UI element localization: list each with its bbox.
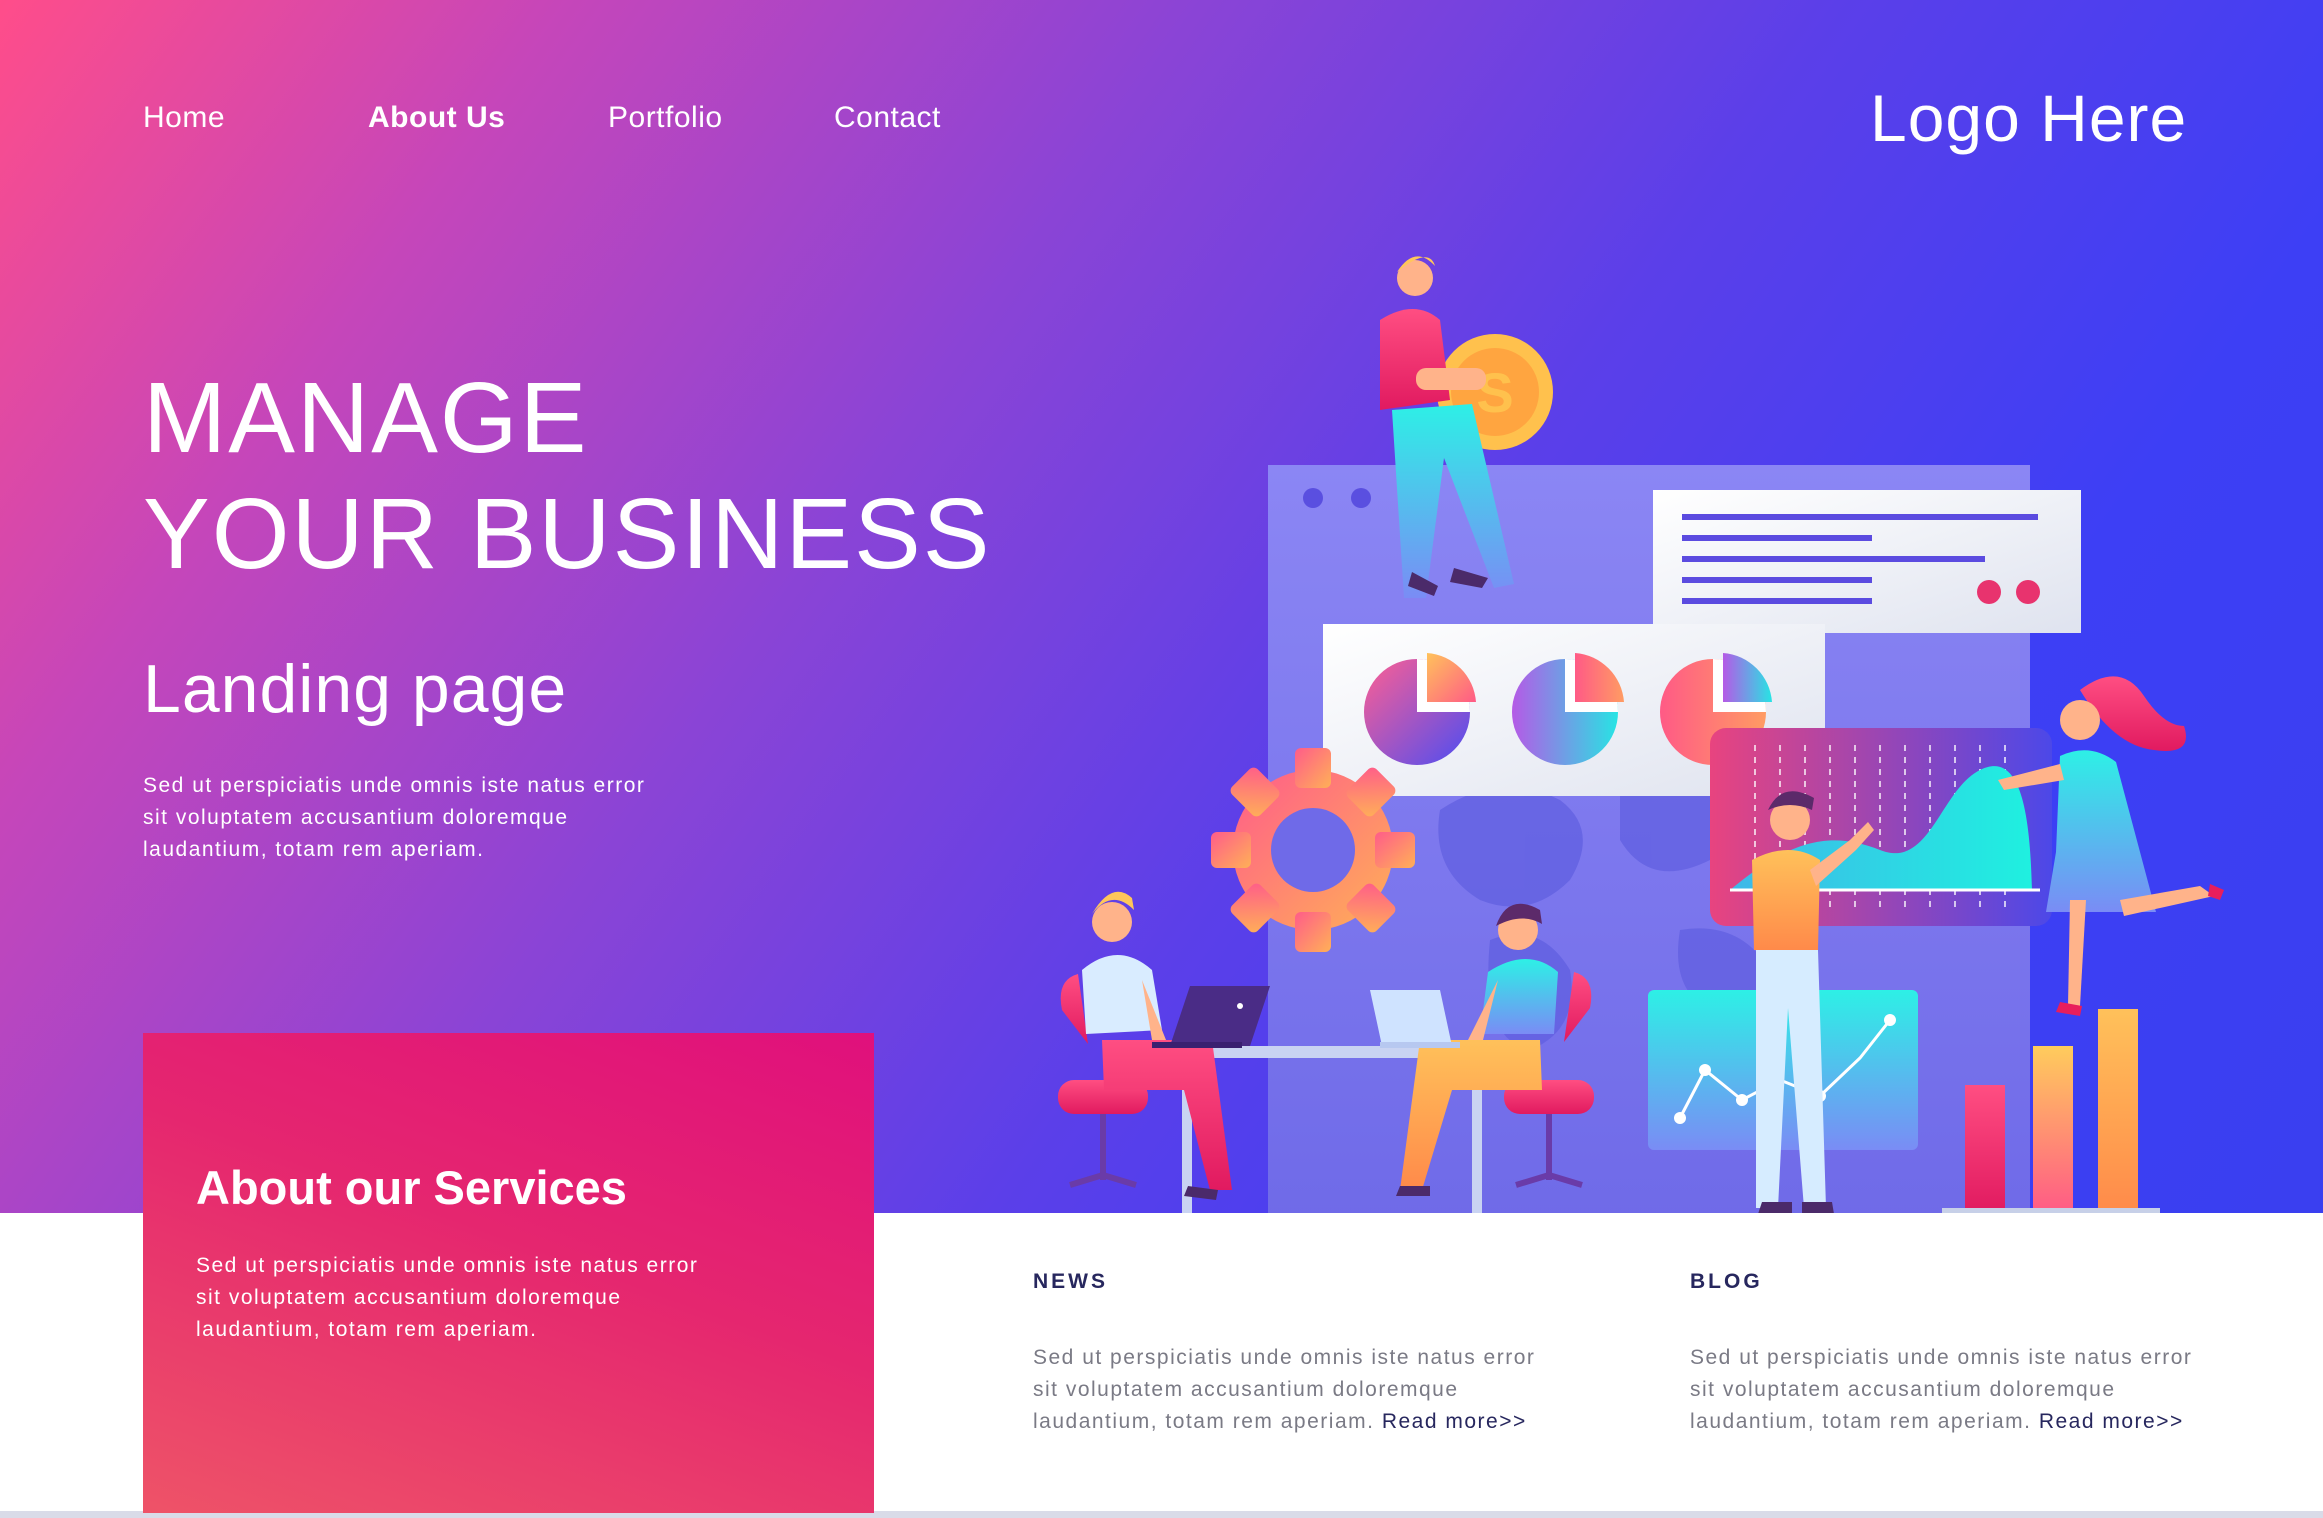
blog-read-more-link[interactable]: Read more>> [2039,1410,2184,1433]
hero-title-line2: YOUR BUSINESS [143,478,992,590]
text-card [1653,490,2081,633]
nav-portfolio[interactable]: Portfolio [608,101,723,135]
hero-section: Home About Us Portfolio Contact Logo Her… [0,0,2323,1213]
news-read-more-link[interactable]: Read more>> [1382,1410,1527,1433]
hero-paragraph: Sed ut perspiciatis unde omnis iste natu… [143,774,646,861]
services-card: About our Services Sed ut perspiciatis u… [143,1033,874,1513]
person-with-laptop-left [1058,891,1270,1200]
hero-title: MANAGE YOUR BUSINESS [143,360,991,592]
blog-paragraph: Sed ut perspiciatis unde omnis iste natu… [1690,1342,2210,1438]
nav-contact[interactable]: Contact [834,101,941,135]
hero-title-line1: MANAGE [143,362,589,474]
news-title: NEWS [1033,1270,1108,1293]
nav-home[interactable]: Home [143,101,225,135]
nav-about-us[interactable]: About Us [368,101,505,135]
news-paragraph: Sed ut perspiciatis unde omnis iste natu… [1033,1342,1553,1438]
laptop-icon [1152,986,1270,1048]
hero-subtitle: Landing page [143,651,568,727]
blog-title: BLOG [1690,1270,1763,1293]
logo[interactable]: Logo Here [1870,80,2205,156]
news-column: NEWS Sed ut perspiciatis unde omnis iste… [1033,1270,1553,1438]
business-illustration: S [1058,256,2224,1213]
services-title: About our Services [196,1161,627,1214]
gear-icon [1211,748,1415,952]
blog-column: BLOG Sed ut perspiciatis unde omnis iste… [1690,1270,2210,1438]
services-paragraph: Sed ut perspiciatis unde omnis iste natu… [196,1254,699,1341]
